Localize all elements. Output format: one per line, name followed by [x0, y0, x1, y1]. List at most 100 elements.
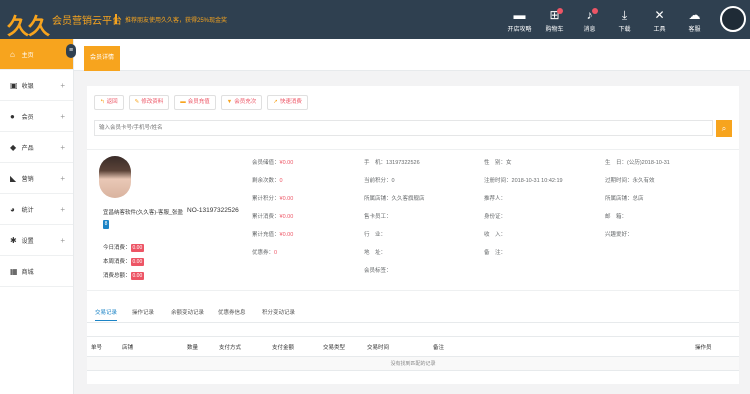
sidebar-item-label: 会员	[21, 115, 34, 121]
field-row: 累计充值：¥0.00	[252, 230, 293, 248]
column-header[interactable]: 备注	[429, 336, 691, 357]
sidebar-item-statistics[interactable]: ◕ 统计 +	[0, 194, 73, 225]
tab-coupon-info[interactable]: 优惠券信息	[218, 308, 246, 316]
field-value: ¥0.00	[279, 196, 294, 202]
pie-chart-icon: ◕	[10, 205, 15, 214]
field-row: 会员标签：	[364, 266, 425, 284]
sidebar-item-settings[interactable]: ✱ 设置 +	[0, 225, 73, 256]
edit-profile-button[interactable]: ✎ 修改资料	[128, 95, 170, 110]
platform-name: 会员营销云平台	[52, 16, 122, 27]
expand-icon: +	[60, 81, 65, 90]
field-value: ¥0.00	[279, 214, 294, 220]
week-consumption-value: 0.00	[130, 258, 145, 266]
top-button-cashier[interactable]: ▬ 开店攻略	[502, 0, 537, 39]
field-value: 13197322526	[386, 160, 420, 166]
table-row: 没有找到匹配的记录	[87, 356, 739, 371]
tab-balance-records[interactable]: 余额变动记录	[171, 308, 204, 316]
avatar	[720, 6, 746, 32]
field-row: 生 日：(公历)2018-10-31	[605, 158, 670, 176]
sidebar-item-label: 产品	[21, 146, 34, 152]
field-label: 累计充值：	[252, 232, 280, 238]
member-name: 宜昌纳客软件(久久客)-客服_张盈	[103, 210, 184, 216]
register-icon: ▣	[10, 81, 18, 90]
quick-consume-button-label: 快速消费	[279, 99, 302, 105]
expand-icon: +	[60, 174, 65, 183]
column-header[interactable]: 交易类型	[319, 336, 363, 357]
user-icon: ●	[10, 112, 15, 121]
sidebar-toggle-button[interactable]: ≡	[66, 44, 76, 58]
column-header[interactable]: 支付方式	[215, 336, 268, 357]
field-label: 剩余次数：	[252, 178, 280, 184]
search-button[interactable]: ⌕	[716, 120, 732, 137]
sidebar-item-label: 营销	[21, 177, 34, 183]
member-avatar	[99, 156, 131, 198]
brand-logo[interactable]: 久久客	[3, 5, 50, 72]
times-recharge-button[interactable]: ▼ 会员充次	[220, 95, 263, 110]
column-header[interactable]: 交易时间	[363, 336, 429, 357]
tab-member-detail[interactable]: 会员详情	[84, 46, 121, 71]
field-row: 剩余次数：0	[252, 176, 293, 194]
top-button-label: 客服	[688, 27, 701, 33]
top-button-messages[interactable]: ♪ 消息	[572, 0, 607, 39]
column-header[interactable]: 店铺	[118, 336, 183, 357]
today-consumption: 今日消费： 0.00	[103, 243, 145, 252]
week-consumption: 本周消费： 0.00	[103, 257, 145, 266]
quick-consume-button[interactable]: ➚ 快速消费	[267, 95, 308, 110]
column-header[interactable]: 支付金额	[268, 336, 319, 357]
notification-badge	[557, 8, 563, 14]
member-info-section: 宜昌纳客软件(久久客)-客服_张盈 NO-13197322526 8 今日消费：…	[87, 149, 739, 291]
today-consumption-value: 0.00	[130, 244, 145, 252]
column-header[interactable]: 操作员	[691, 336, 739, 357]
member-level-badge: 8	[103, 220, 109, 229]
field-label: 身份证：	[484, 214, 507, 220]
search-box	[94, 120, 713, 136]
week-consumption-label: 本周消费：	[103, 259, 131, 265]
sidebar-item-label: 主页	[21, 53, 34, 59]
top-button-label: 工具	[653, 27, 666, 33]
shop-icon: ▦	[10, 267, 18, 276]
card-icon: ▬	[180, 99, 186, 105]
back-button[interactable]: ↰ 返回	[94, 95, 124, 110]
tab-transaction-records[interactable]: 交易记录	[95, 308, 118, 321]
sidebar-item-product[interactable]: ◆ 产品 +	[0, 132, 73, 163]
sidebar-item-home[interactable]: ⌂ 主页	[0, 39, 73, 70]
sidebar-item-member[interactable]: ● 会员 +	[0, 101, 73, 132]
sidebar-item-mall[interactable]: ▦ 商城	[0, 256, 73, 287]
top-icon-bar: ▬ 开店攻略 ⊞ 购物车 ♪ 消息 ⤓ 下载 ✕ 工具 ☁ 客服	[502, 0, 750, 39]
edit-button-label: 修改资料	[141, 99, 164, 105]
field-row: 地 址：	[364, 248, 425, 266]
sidebar-item-label: 设置	[21, 239, 34, 245]
field-row: 手 机：13197322526	[364, 158, 425, 176]
member-search-input[interactable]	[95, 121, 712, 135]
sidebar: ⌂ 主页 ▣ 收银 + ● 会员 + ◆ 产品 + ◣ 营销 + ◕ 统计 + …	[0, 39, 74, 394]
field-label: 行 业：	[364, 232, 387, 238]
tab-operation-records[interactable]: 操作记录	[132, 308, 154, 316]
page-tab-bar: 会员详情	[74, 39, 750, 71]
top-button-service[interactable]: ☁ 客服	[677, 0, 712, 39]
top-button-download[interactable]: ⤓ 下载	[607, 0, 642, 39]
field-row: 注册时间：2018-10-31 10:42:19	[484, 176, 563, 194]
field-label: 兴趣爱好：	[605, 232, 633, 238]
promo-text[interactable]: 推荐朋友使用久久客，获得25%现金奖	[125, 15, 227, 24]
recharge-button[interactable]: ▬ 会员充值	[174, 95, 216, 110]
tab-points-records[interactable]: 积分变动记录	[262, 308, 295, 316]
column-header[interactable]: 数量	[183, 336, 215, 357]
field-value: ¥0.00	[279, 232, 294, 238]
column-header[interactable]: 单号	[87, 336, 118, 357]
field-value: 永久有效	[632, 178, 655, 184]
field-label: 售卡员工：	[364, 214, 392, 220]
top-button-cart[interactable]: ⊞ 购物车	[537, 0, 572, 39]
field-label: 注册时间：	[484, 178, 512, 184]
field-label: 邮 箱：	[605, 214, 628, 220]
field-label: 备 注：	[484, 250, 507, 256]
field-value: 0	[274, 250, 278, 256]
sidebar-item-cashier[interactable]: ▣ 收银 +	[0, 70, 73, 101]
field-label: 累计消费：	[252, 214, 280, 220]
top-button-tools[interactable]: ✕ 工具	[642, 0, 677, 39]
field-row: 售卡员工：	[364, 212, 425, 230]
sidebar-item-marketing[interactable]: ◣ 营销 +	[0, 163, 73, 194]
transaction-table: 单号 店铺 数量 支付方式 支付金额 交易类型 交易时间 备注 操作员 没有找到…	[87, 336, 739, 371]
empty-table-message: 没有找到匹配的记录	[87, 356, 739, 371]
back-arrow-icon: ↰	[100, 99, 105, 105]
user-avatar-button[interactable]	[712, 0, 750, 39]
